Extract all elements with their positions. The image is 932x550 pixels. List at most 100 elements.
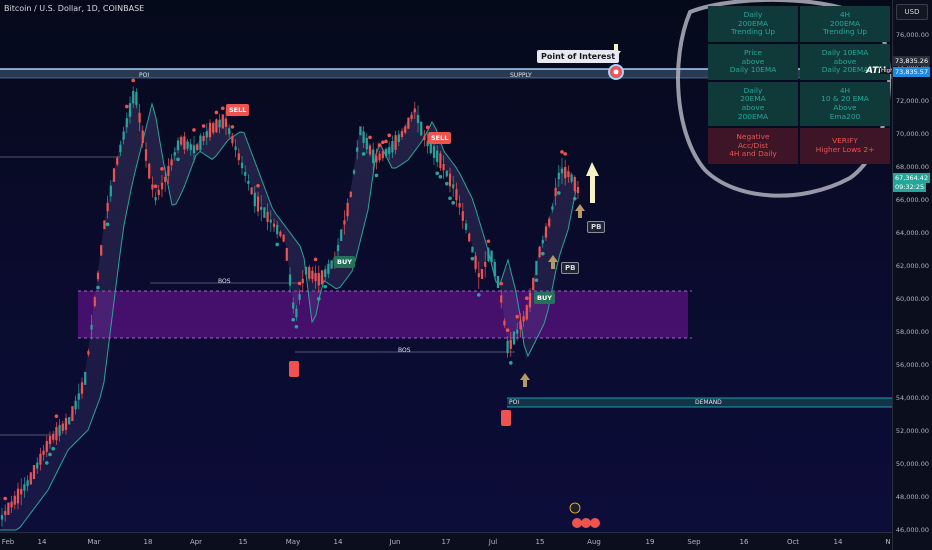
signal-dot: [515, 314, 519, 319]
sell-badge-1: SELL: [226, 104, 250, 116]
signal-dot: [445, 181, 449, 186]
candle-body: [16, 488, 20, 504]
signal-dot: [541, 251, 545, 256]
candle-body: [42, 450, 45, 455]
signal-dot: [214, 110, 219, 115]
candle-body: [301, 278, 304, 284]
candle-body: [29, 472, 32, 485]
signal-dot: [505, 328, 510, 333]
candle-body: [90, 324, 93, 330]
candle-body: [272, 223, 276, 228]
candle-body: [573, 177, 576, 191]
candle-body: [432, 146, 436, 158]
time-axis-label: Jul: [488, 538, 498, 546]
demand-label: DEMAND: [695, 399, 722, 406]
candle-body: [359, 126, 362, 136]
candle-body: [320, 270, 324, 285]
time-axis-label: 17: [441, 538, 451, 546]
time-axis-label: 18: [143, 538, 153, 546]
candle-body: [391, 141, 394, 153]
candle-body: [404, 126, 407, 133]
indicator-cell: Daily 20EMA above 200EMA: [708, 82, 798, 126]
candle-body: [173, 152, 176, 156]
candle-body: [132, 90, 135, 104]
candle-body: [452, 184, 455, 189]
candle-body: [103, 220, 106, 230]
candle-body: [423, 136, 426, 141]
signal-dot: [192, 128, 196, 132]
candle-body: [285, 247, 288, 261]
signal-dot: [557, 191, 561, 195]
signal-dot: [486, 239, 491, 244]
candle-body: [269, 219, 272, 223]
signal-dot: [470, 256, 475, 261]
candle-body: [493, 261, 496, 277]
candle-body: [292, 302, 295, 309]
candle-body: [362, 131, 365, 143]
candle-body: [100, 245, 103, 256]
flag-event-icon-2[interactable]: [581, 518, 591, 528]
candle-body: [160, 182, 164, 190]
signal-dot: [381, 140, 385, 145]
candle-body: [237, 153, 240, 161]
time-axis-label: Aug: [587, 538, 601, 546]
candle-body: [304, 266, 308, 275]
price-axis-label: 52,000.00: [895, 427, 929, 435]
candle-body: [253, 192, 256, 207]
candle-body: [164, 176, 167, 183]
price-axis-label: 66,000.00: [895, 196, 929, 204]
time-axis-label: Feb: [1, 538, 15, 546]
candle-body: [282, 234, 285, 242]
indicator-cell: Negative Acc/Dist 4H and Daily: [708, 128, 798, 164]
candle-body: [410, 114, 413, 119]
indicator-table: Daily 200EMA Trending Up 4H 200EMA Trendi…: [708, 6, 890, 166]
candle-body: [570, 174, 573, 182]
candle-body: [7, 502, 10, 515]
candle-body: [509, 339, 512, 349]
time-axis-label: 14: [37, 538, 47, 546]
candle-body: [186, 141, 189, 149]
time-axis-label: Sep: [687, 538, 701, 546]
candle-body: [381, 151, 384, 159]
time-axis-label: 14: [833, 538, 843, 546]
candle-body: [180, 136, 183, 145]
candle-body: [567, 171, 570, 178]
time-axis-label: 16: [739, 538, 749, 546]
candle-body: [487, 248, 490, 262]
candle-body: [52, 433, 55, 440]
price-axis[interactable]: 76,000.0074,000.0072,000.0070,000.0068,0…: [892, 0, 932, 550]
flag-event-icon-3[interactable]: [590, 518, 600, 528]
signal-dot: [291, 317, 296, 322]
poi-callout: Point of Interest: [537, 50, 620, 63]
time-axis-label: Jun: [389, 538, 401, 546]
signal-dot: [573, 196, 577, 201]
candle-body: [538, 246, 541, 258]
candle-body: [112, 168, 116, 182]
price-axis-label: 58,000.00: [895, 328, 929, 336]
candle-body: [407, 117, 410, 129]
signal-dot: [323, 284, 328, 289]
candle-body: [192, 145, 196, 154]
time-axis-label: May: [285, 538, 301, 546]
price-axis-label: 46,000.00: [895, 526, 929, 534]
candle-body: [116, 157, 119, 165]
lightning-event-icon[interactable]: [569, 502, 581, 514]
candle-body: [202, 136, 205, 141]
price-axis-label: 76,000.00: [895, 31, 929, 39]
candle-body: [388, 147, 391, 154]
candle-body: [397, 134, 400, 143]
price-axis-label: 48,000.00: [895, 493, 929, 501]
indicator-cell: 4H 10 & 20 EMA Above Ema200: [800, 82, 890, 126]
bos-label-2: BOS: [398, 347, 411, 354]
flag-event-icon-1[interactable]: [572, 518, 582, 528]
signal-dot: [176, 157, 180, 162]
currency-button[interactable]: USD: [896, 4, 928, 20]
candle-body: [106, 202, 109, 212]
candle-body: [148, 163, 151, 179]
candle-body: [413, 108, 416, 113]
low-marker-jul: [501, 410, 511, 426]
time-axis[interactable]: Feb 14 Mar 18 Apr 15 May 14 Jun 17 Jul 15 Aug 19 Sep 16…: [0, 532, 892, 550]
candle-body: [544, 226, 548, 238]
candle-body: [346, 202, 349, 217]
candle-body: [365, 137, 368, 150]
